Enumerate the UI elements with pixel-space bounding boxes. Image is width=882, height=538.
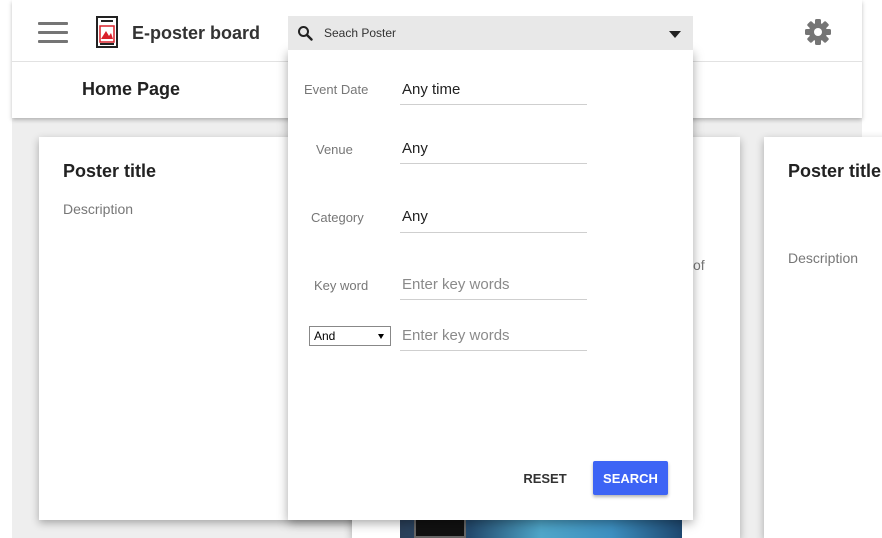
poster-description: Description: [788, 250, 859, 266]
gear-icon[interactable]: [804, 18, 832, 46]
venue-underline: [400, 163, 587, 164]
event-date-underline: [400, 104, 587, 105]
app-title: E-poster board: [132, 23, 261, 43]
keyword-input[interactable]: Enter key words: [402, 276, 510, 293]
poster-image: [400, 517, 682, 538]
operator-select[interactable]: And: [309, 326, 391, 346]
select-caret-icon: [378, 334, 384, 339]
search-bar[interactable]: Seach Poster: [288, 16, 693, 50]
caret-down-icon[interactable]: [669, 31, 681, 38]
keyword-underline: [400, 299, 587, 300]
poster-card[interactable]: Poster title Description: [764, 137, 882, 538]
search-button[interactable]: SEARCH: [593, 461, 668, 495]
poster-title: Poster title: [63, 161, 157, 181]
keyword-input-2[interactable]: Enter key words: [402, 327, 510, 344]
keyword-2-underline: [400, 350, 587, 351]
advanced-search-panel: Event Date Any time Venue Any Category A…: [288, 50, 693, 520]
category-field[interactable]: Any: [402, 208, 428, 225]
hamburger-menu-icon[interactable]: [38, 22, 68, 44]
reset-button[interactable]: RESET: [514, 461, 576, 495]
poster-thumbnail: [414, 517, 466, 538]
search-input[interactable]: Seach Poster: [324, 26, 396, 40]
category-label: Category: [311, 210, 364, 225]
poster-description-fragment: of: [693, 257, 705, 273]
venue-label: Venue: [316, 142, 353, 157]
page-title: Home Page: [82, 79, 181, 99]
operator-select-value: And: [314, 329, 336, 343]
venue-field[interactable]: Any: [402, 140, 428, 157]
event-date-field[interactable]: Any time: [402, 81, 460, 98]
category-underline: [400, 232, 587, 233]
poster-title: Poster title: [788, 161, 882, 181]
poster-description: Description: [63, 201, 134, 217]
search-icon: [298, 26, 313, 41]
event-date-label: Event Date: [304, 82, 369, 97]
keyword-label: Key word: [314, 278, 369, 293]
poster-logo-icon: [96, 16, 118, 48]
